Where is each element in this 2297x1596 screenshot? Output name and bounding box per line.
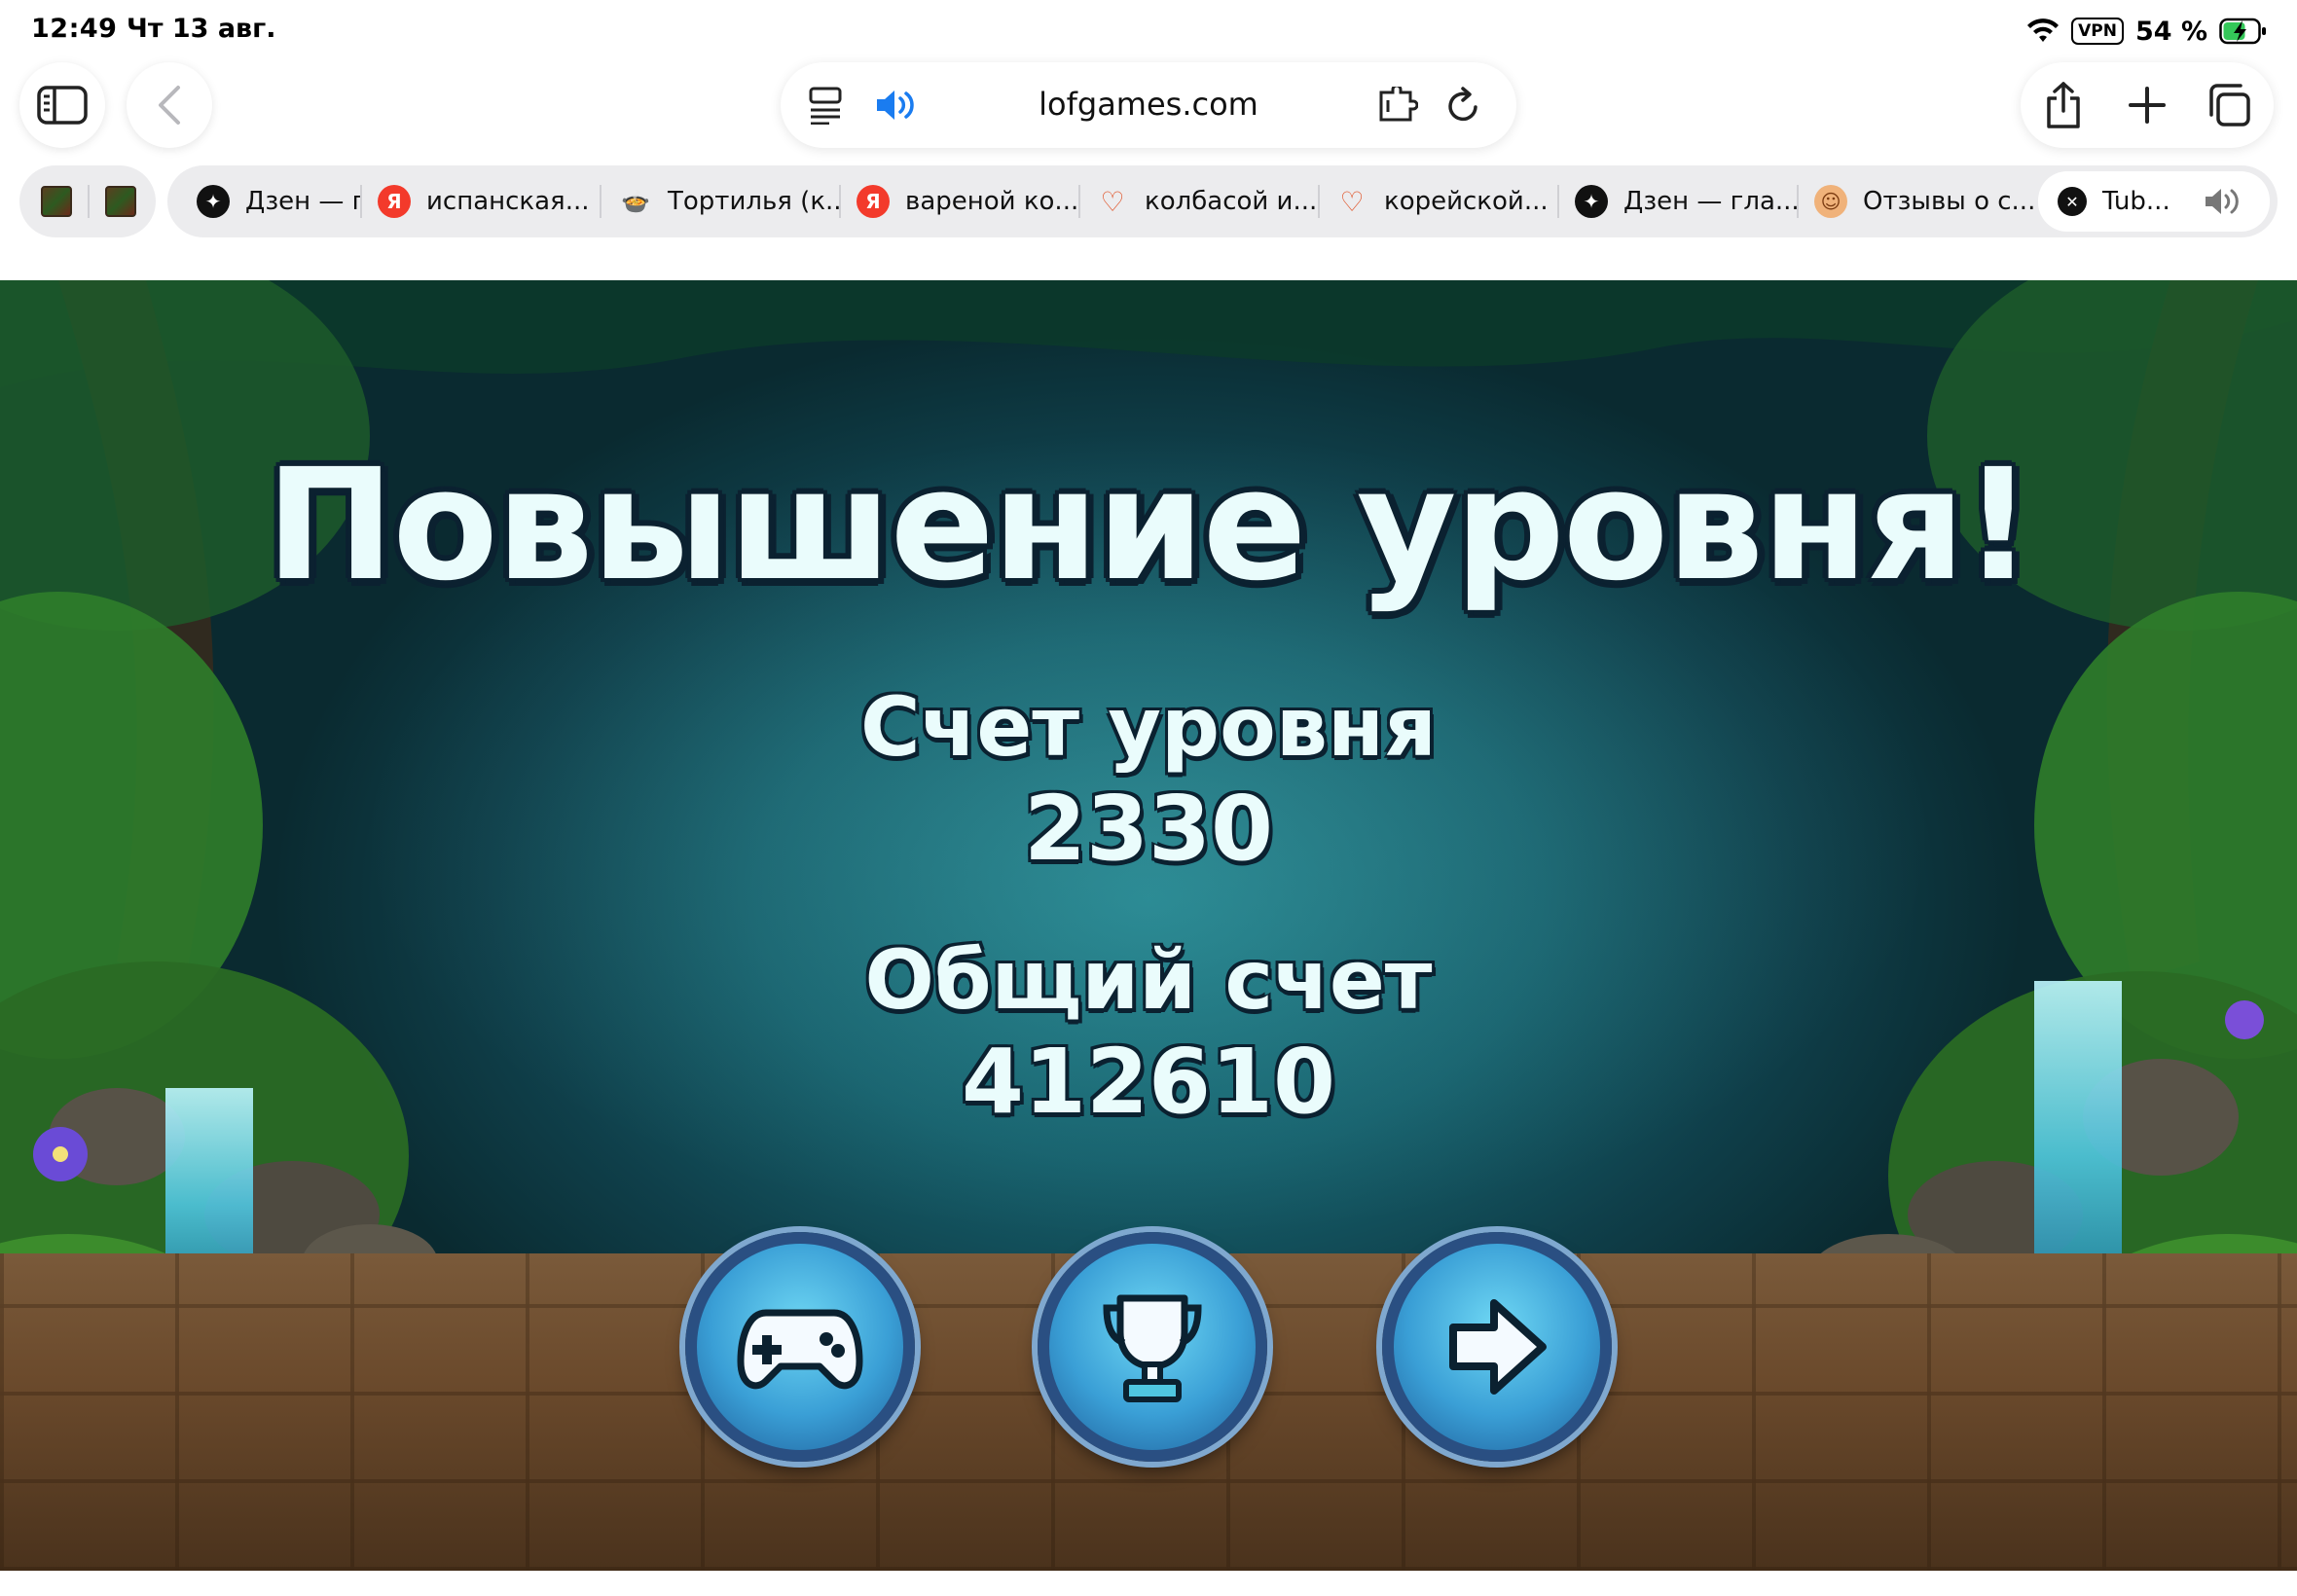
tab-korean[interactable]: ♡ корейской... bbox=[1320, 165, 1557, 237]
tab-label: колбасой и... bbox=[1145, 187, 1318, 216]
tabs-overview-icon bbox=[2209, 84, 2250, 127]
recipe-icon: 🍲 bbox=[621, 188, 650, 215]
level-score-value: 2330 bbox=[1023, 777, 1274, 881]
address-bar[interactable]: lofgames.com bbox=[781, 62, 1516, 148]
tab-label: Дзен — гл bbox=[245, 187, 362, 216]
reload-button[interactable] bbox=[1442, 84, 1485, 127]
tab-label: Тортилья (к... bbox=[668, 187, 839, 216]
trophy-icon bbox=[1103, 1294, 1202, 1402]
tab-label: испанская... bbox=[426, 187, 590, 216]
battery-charging-icon bbox=[2219, 18, 2266, 45]
tab-strip: ✦ Дзен — гл Я испанская... 🍲 Тортилья (к… bbox=[167, 165, 2278, 237]
tab-recipe[interactable]: 🍲 Тортилья (к... bbox=[602, 165, 839, 237]
tab-separator bbox=[88, 185, 90, 218]
plus-icon bbox=[2129, 87, 2166, 124]
pinned-tab-1[interactable] bbox=[41, 186, 72, 217]
new-tab-button[interactable] bbox=[2124, 82, 2170, 128]
extensions-button[interactable] bbox=[1376, 84, 1419, 127]
sidebar-icon bbox=[37, 86, 88, 125]
status-bar: 12:49 Чт 13 авг. VPN 54 % bbox=[0, 0, 2297, 62]
heart-icon: ♡ bbox=[1100, 185, 1125, 218]
close-tab-icon[interactable]: ✕ bbox=[2058, 187, 2087, 216]
yandex-icon: Я bbox=[857, 185, 890, 218]
pinned-tabs bbox=[19, 165, 156, 237]
dzen-icon: ✦ bbox=[197, 185, 230, 218]
arrow-right-icon bbox=[1449, 1299, 1547, 1395]
dzen-icon: ✦ bbox=[1575, 185, 1608, 218]
chevron-left-icon bbox=[159, 86, 180, 125]
tab-dzen-2[interactable]: ✦ Дзен — гла... bbox=[1559, 165, 1797, 237]
status-date: Чт 13 авг. bbox=[127, 14, 276, 44]
status-time: 12:49 bbox=[31, 14, 118, 44]
toolbar-actions bbox=[2021, 62, 2274, 148]
tab-yandex-2[interactable]: Я вареной ко... bbox=[841, 165, 1078, 237]
extension-icon bbox=[1379, 87, 1418, 122]
reload-icon bbox=[1448, 87, 1477, 122]
tab-label: Дзен — гла... bbox=[1623, 187, 1797, 216]
wifi-icon bbox=[2027, 18, 2060, 42]
share-button[interactable] bbox=[2040, 82, 2087, 128]
total-score-label: Общий счет bbox=[864, 932, 1433, 1028]
tab-active[interactable]: ✕ Tub... bbox=[2038, 171, 2270, 232]
tab-label: Отзывы о с... bbox=[1863, 187, 2036, 216]
share-icon bbox=[2047, 82, 2080, 128]
level-score-label: Счет уровня bbox=[860, 679, 1437, 775]
tab-overview-button[interactable] bbox=[2206, 82, 2252, 128]
tab-label: корейской... bbox=[1384, 187, 1549, 216]
vpn-badge: VPN bbox=[2071, 18, 2124, 45]
leaderboard-button[interactable] bbox=[1038, 1232, 1267, 1462]
back-button[interactable] bbox=[127, 62, 212, 148]
gamepad-icon bbox=[737, 1309, 863, 1390]
sidebar-button[interactable] bbox=[19, 62, 105, 148]
tab-label: Tub... bbox=[2102, 187, 2170, 216]
next-level-button[interactable] bbox=[1382, 1232, 1612, 1462]
tab-dzen-1[interactable]: ✦ Дзен — гл bbox=[167, 165, 362, 237]
tab-reviews[interactable]: ☺ Отзывы о с... bbox=[1799, 165, 2036, 237]
play-again-button[interactable] bbox=[685, 1232, 915, 1462]
pinned-tab-2[interactable] bbox=[105, 186, 136, 217]
total-score-value: 412610 bbox=[961, 1030, 1336, 1134]
tab-yandex-1[interactable]: Я испанская... bbox=[362, 165, 601, 237]
yandex-icon: Я bbox=[378, 185, 411, 218]
game-canvas[interactable]: Повышение уровня! Счет уровня 2330 Общий… bbox=[0, 280, 2297, 1571]
avatar-icon: ☺ bbox=[1814, 185, 1847, 218]
status-right: VPN 54 % bbox=[2026, 12, 2268, 51]
tab-label: вареной ко... bbox=[905, 187, 1078, 216]
heart-icon: ♡ bbox=[1339, 185, 1365, 218]
tab-sausage[interactable]: ♡ колбасой и... bbox=[1080, 165, 1318, 237]
tab-audio-icon[interactable] bbox=[2204, 186, 2242, 217]
battery-percent: 54 % bbox=[2134, 16, 2207, 47]
level-up-title: Повышение уровня! bbox=[266, 436, 2033, 615]
